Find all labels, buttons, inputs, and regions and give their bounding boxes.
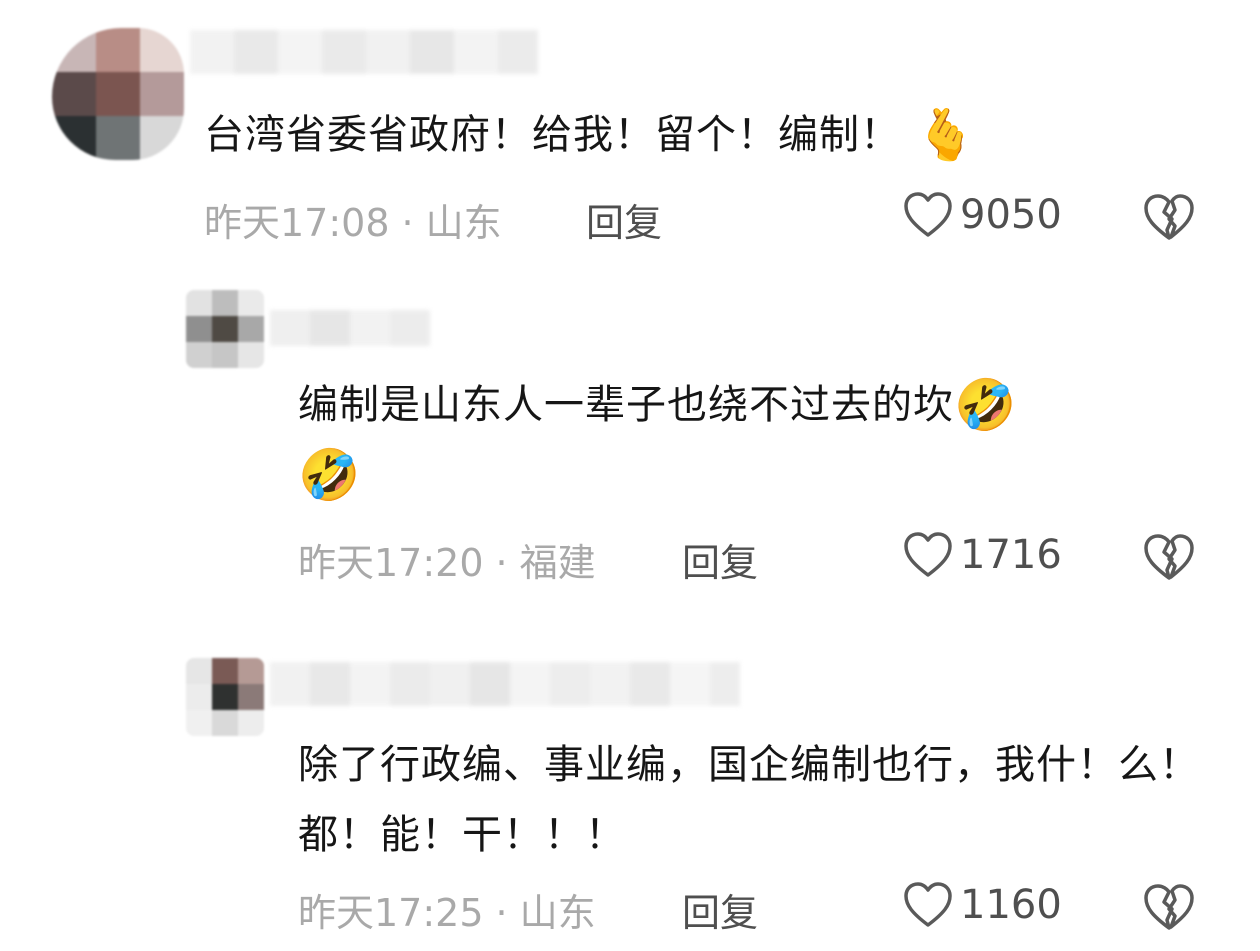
heart-outline-icon bbox=[904, 882, 952, 927]
username-blurred[interactable] bbox=[270, 662, 740, 706]
meta-separator: · bbox=[495, 891, 508, 935]
like-button[interactable]: 1160 bbox=[902, 880, 1062, 930]
comment-meta: 昨天17:25 · 山东 bbox=[298, 882, 596, 937]
comment-text: 除了行政编、事业编，国企编制也行，我什！么！都！能！干！！！ bbox=[298, 730, 1208, 870]
comment-list: 台湾省委省政府！给我！留个！编制！ 🫰 昨天17:08·山东 回复 9050 bbox=[0, 0, 1260, 951]
like-count: 1160 bbox=[960, 882, 1062, 928]
comment-text-body: 除了行政编、事业编，国企编制也行，我什！么！都！能！干！！！ bbox=[298, 742, 1200, 858]
comment-location: 山东 bbox=[519, 891, 596, 935]
avatar[interactable] bbox=[186, 658, 264, 736]
comment-time: 昨天17:25 bbox=[298, 891, 484, 935]
dislike-button[interactable] bbox=[1142, 882, 1196, 936]
broken-heart-icon bbox=[1144, 884, 1194, 930]
reply-button[interactable]: 回复 bbox=[682, 882, 758, 937]
comment-item: 除了行政编、事业编，国企编制也行，我什！么！都！能！干！！！ 昨天17:25 · 山… bbox=[0, 0, 1260, 951]
